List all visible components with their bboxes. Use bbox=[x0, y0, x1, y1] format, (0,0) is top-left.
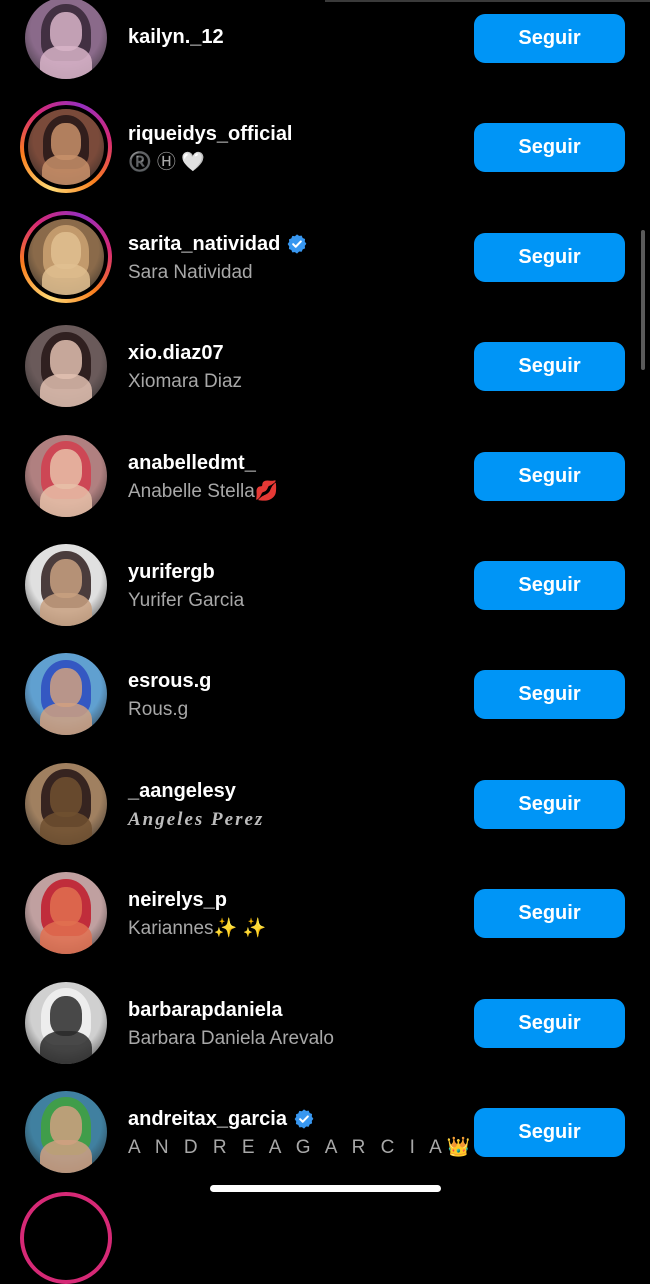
account-text-block[interactable]: andreitax_garcia A N D R E A G A R C I A👑 bbox=[128, 1106, 476, 1162]
avatar-container[interactable] bbox=[20, 867, 112, 959]
avatar[interactable] bbox=[28, 218, 104, 295]
full-name: Angeles Perez bbox=[128, 808, 265, 830]
full-name: Sara Natividad bbox=[128, 261, 253, 283]
username[interactable]: yurifergb bbox=[128, 559, 458, 585]
avatar-container[interactable] bbox=[20, 977, 112, 1069]
avatar-story-ring[interactable] bbox=[20, 101, 112, 194]
account-text-block[interactable]: esrous.g Rous.g bbox=[128, 668, 458, 724]
account-row[interactable]: sarita_natividad Sara Natividad Seguir bbox=[0, 198, 650, 307]
account-text-block[interactable]: _aangelesy Angeles Perez bbox=[128, 778, 458, 834]
avatar[interactable] bbox=[25, 325, 107, 408]
follow-button[interactable]: Seguir bbox=[474, 14, 625, 63]
avatar-container[interactable] bbox=[20, 1086, 112, 1178]
avatar[interactable] bbox=[25, 434, 107, 517]
follow-button[interactable]: Seguir bbox=[474, 451, 625, 501]
username-text: anabelledmt_ bbox=[128, 451, 256, 474]
full-name: ®️ Ⓗ 🤍 bbox=[128, 152, 205, 174]
account-text-block[interactable]: yurifergb Yurifer Garcia bbox=[128, 559, 458, 615]
username-text: _aangelesy bbox=[128, 779, 236, 802]
account-text-block[interactable]: xio.diaz07 Xiomara Diaz bbox=[128, 340, 458, 396]
account-row[interactable]: andreitax_garcia A N D R E A G A R C I A👑… bbox=[0, 1073, 650, 1182]
account-text-block[interactable]: kailyn._12 bbox=[128, 12, 458, 50]
avatar-container[interactable] bbox=[20, 0, 112, 84]
avatar[interactable] bbox=[25, 1090, 107, 1173]
follow-button[interactable]: Seguir bbox=[474, 560, 625, 610]
avatar[interactable] bbox=[25, 872, 107, 955]
follow-button[interactable]: Seguir bbox=[474, 342, 625, 392]
avatar[interactable] bbox=[25, 0, 107, 79]
username[interactable]: andreitax_garcia bbox=[128, 1106, 458, 1132]
full-name: Anabelle Stella💋 bbox=[128, 480, 279, 502]
full-name: Barbara Daniela Arevalo bbox=[128, 1027, 334, 1049]
follow-button[interactable]: Seguir bbox=[474, 232, 625, 282]
full-name: Rous.g bbox=[128, 699, 189, 721]
account-text-block[interactable]: sarita_natividad Sara Natividad bbox=[128, 231, 458, 287]
full-name: Yurifer Garcia bbox=[128, 589, 245, 611]
account-row[interactable]: riqueidys_official ®️ Ⓗ 🤍 Seguir bbox=[0, 88, 650, 197]
username-text: neirelys_p bbox=[128, 889, 227, 912]
full-name: Kariannes✨ ✨ bbox=[128, 918, 267, 940]
username-text: riqueidys_official bbox=[128, 123, 293, 146]
follow-button[interactable]: Seguir bbox=[474, 889, 625, 939]
account-text-block[interactable]: riqueidys_official ®️ Ⓗ 🤍 bbox=[128, 121, 458, 177]
follow-button[interactable]: Seguir bbox=[474, 998, 625, 1048]
username[interactable]: neirelys_p bbox=[128, 887, 458, 913]
verified-badge-icon bbox=[293, 1108, 315, 1130]
account-row[interactable]: anabelledmt_ Anabelle Stella💋 Seguir bbox=[0, 417, 650, 526]
avatar[interactable] bbox=[28, 109, 104, 186]
full-name: Xiomara Diaz bbox=[128, 371, 243, 393]
home-indicator[interactable] bbox=[210, 1185, 441, 1192]
avatar[interactable] bbox=[25, 543, 107, 626]
username[interactable]: riqueidys_official bbox=[128, 121, 458, 147]
follow-button[interactable]: Seguir bbox=[474, 1107, 625, 1157]
username[interactable]: anabelledmt_ bbox=[128, 450, 458, 476]
avatar[interactable] bbox=[25, 981, 107, 1064]
suggested-accounts-list: kailyn._12 Seguir riqueidys_official ®️ Ⓗ 🤍… bbox=[0, 0, 650, 1182]
avatar-container[interactable] bbox=[20, 430, 112, 522]
username[interactable]: xio.diaz07 bbox=[128, 340, 458, 366]
username-text: yurifergb bbox=[128, 560, 215, 583]
username[interactable]: barbarapdaniela bbox=[128, 997, 458, 1023]
avatar-container[interactable] bbox=[20, 539, 112, 631]
full-name: A N D R E A G A R C I A👑 bbox=[128, 1136, 476, 1158]
username-text: sarita_natividad bbox=[128, 232, 281, 255]
username[interactable]: sarita_natividad bbox=[128, 231, 458, 257]
username[interactable]: _aangelesy bbox=[128, 778, 458, 804]
account-row[interactable]: neirelys_p Kariannes✨ ✨ Seguir bbox=[0, 854, 650, 963]
avatar-story-ring[interactable] bbox=[20, 210, 112, 303]
username-text: barbarapdaniela bbox=[128, 998, 283, 1021]
account-row[interactable]: xio.diaz07 Xiomara Diaz Seguir bbox=[0, 307, 650, 416]
follow-button[interactable]: Seguir bbox=[474, 123, 625, 173]
follow-button[interactable]: Seguir bbox=[474, 779, 625, 829]
username-text: xio.diaz07 bbox=[128, 342, 224, 365]
account-row[interactable]: kailyn._12 Seguir bbox=[0, 0, 650, 88]
account-row[interactable]: esrous.g Rous.g Seguir bbox=[0, 635, 650, 744]
account-row[interactable]: yurifergb Yurifer Garcia Seguir bbox=[0, 526, 650, 635]
account-text-block[interactable]: barbarapdaniela Barbara Daniela Arevalo bbox=[128, 997, 458, 1053]
username[interactable]: kailyn._12 bbox=[128, 24, 458, 50]
account-text-block[interactable]: neirelys_p Kariannes✨ ✨ bbox=[128, 887, 458, 943]
avatar-container[interactable] bbox=[20, 320, 112, 412]
scrollbar[interactable] bbox=[641, 230, 645, 370]
avatar-container[interactable] bbox=[20, 648, 112, 740]
avatar[interactable] bbox=[25, 762, 107, 845]
account-row[interactable]: barbarapdaniela Barbara Daniela Arevalo Se… bbox=[0, 964, 650, 1073]
username[interactable]: esrous.g bbox=[128, 668, 458, 694]
verified-badge-icon bbox=[286, 233, 308, 255]
next-avatar-story-ring[interactable] bbox=[20, 1192, 112, 1284]
avatar[interactable] bbox=[25, 653, 107, 736]
avatar-container[interactable] bbox=[20, 758, 112, 850]
account-row[interactable]: _aangelesy Angeles Perez Seguir bbox=[0, 745, 650, 854]
username-text: andreitax_garcia bbox=[128, 1107, 287, 1130]
account-text-block[interactable]: anabelledmt_ Anabelle Stella💋 bbox=[128, 450, 458, 506]
follow-button[interactable]: Seguir bbox=[474, 670, 625, 720]
username-text: kailyn._12 bbox=[128, 26, 224, 48]
username-text: esrous.g bbox=[128, 670, 212, 693]
